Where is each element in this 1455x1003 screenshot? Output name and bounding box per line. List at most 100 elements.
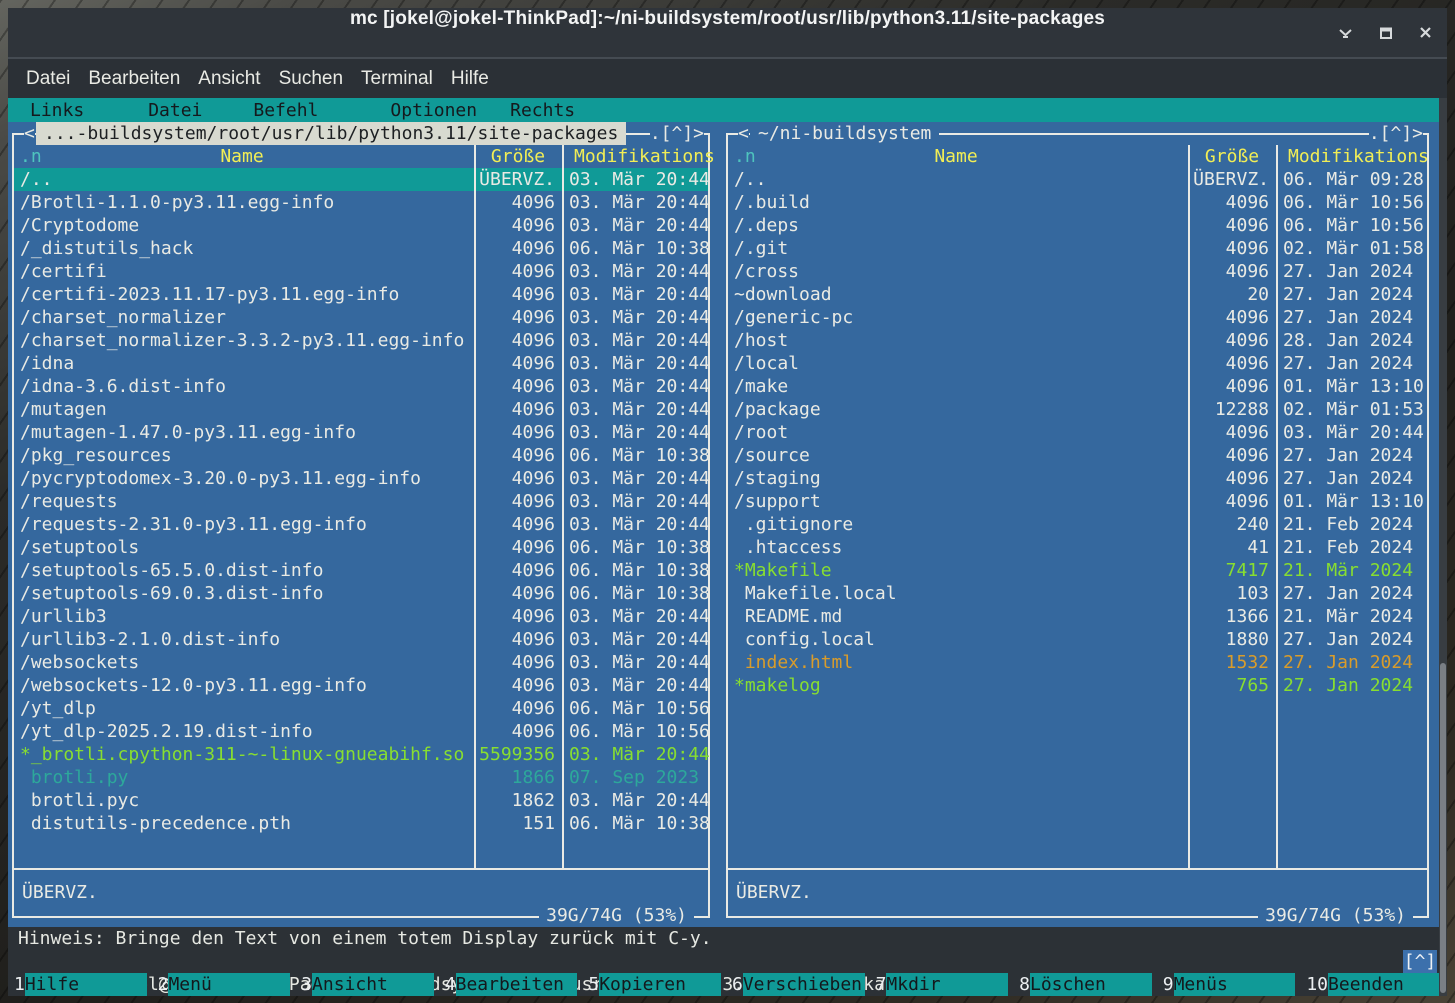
fn-key-9[interactable]: 9Menüs <box>1157 973 1301 996</box>
file-row[interactable]: /mutagen-1.47.0-py3.11.egg-info409603. M… <box>14 421 708 444</box>
file-row[interactable]: /make409601. Mär 13:10 <box>728 375 1422 398</box>
file-row[interactable]: ~download2027. Jan 2024 <box>728 283 1422 306</box>
menu-item-suchen[interactable]: Suchen <box>279 68 343 90</box>
file-row[interactable]: Makefile.local10327. Jan 2024 <box>728 582 1422 605</box>
file-row[interactable]: /..ÜBERVZ.06. Mär 09:28 <box>728 168 1422 191</box>
mc-menu-item-befehl[interactable]: Befehl <box>253 99 318 122</box>
mc-menu-item-optionen[interactable]: Optionen <box>390 99 477 122</box>
file-row[interactable]: /local409627. Jan 2024 <box>728 352 1422 375</box>
file-row[interactable]: /charset_normalizer409603. Mär 20:44 <box>14 306 708 329</box>
panel-back-button[interactable]: < <box>24 122 35 145</box>
file-row[interactable]: /.build409606. Mär 10:56 <box>728 191 1422 214</box>
file-row[interactable]: /websockets409603. Mär 20:44 <box>14 651 708 674</box>
file-row[interactable]: README.md136621. Mär 2024 <box>728 605 1422 628</box>
file-row[interactable]: /source409627. Jan 2024 <box>728 444 1422 467</box>
terminal-scrollbar[interactable] <box>1439 98 1447 996</box>
window-titlebar[interactable]: mc [jokel@jokel-ThinkPad]:~/ni-buildsyst… <box>8 8 1447 57</box>
file-row[interactable]: index.html153227. Jan 2024 <box>728 651 1422 674</box>
file-row[interactable]: /pkg_resources409606. Mär 10:38 <box>14 444 708 467</box>
file-row[interactable]: /staging409627. Jan 2024 <box>728 467 1422 490</box>
fn-key-5[interactable]: 5Kopieren <box>582 973 726 996</box>
file-row[interactable]: /Cryptodome409603. Mär 20:44 <box>14 214 708 237</box>
left-panel-path[interactable]: ...-buildsystem/root/usr/lib/python3.11/… <box>36 122 626 145</box>
file-row[interactable]: .htaccess4121. Feb 2024 <box>728 536 1422 559</box>
fn-key-number: 3 <box>295 973 312 996</box>
fn-key-8[interactable]: 8Löschen <box>1013 973 1157 996</box>
file-name: /mutagen-1.47.0-py3.11.egg-info <box>14 421 473 444</box>
menu-item-datei[interactable]: Datei <box>26 68 70 90</box>
file-row[interactable]: brotli.py186607. Sep 2023 <box>14 766 708 789</box>
file-size: 4096 <box>473 398 561 421</box>
column-header-mtime[interactable]: Modifikations <box>568 145 715 168</box>
file-row[interactable]: config.local188027. Jan 2024 <box>728 628 1422 651</box>
file-size: 4096 <box>473 605 561 628</box>
file-row[interactable]: *makelog76527. Jan 2024 <box>728 674 1422 697</box>
file-row[interactable]: /setuptools409606. Mär 10:38 <box>14 536 708 559</box>
panel-updir-button[interactable]: .[^]> <box>1369 122 1423 145</box>
mc-menu-item-datei[interactable]: Datei <box>148 99 202 122</box>
panel-updir-button[interactable]: .[^]> <box>650 122 704 145</box>
file-row[interactable]: /setuptools-69.0.3.dist-info409606. Mär … <box>14 582 708 605</box>
file-row[interactable]: /cross409627. Jan 2024 <box>728 260 1422 283</box>
column-header-size[interactable]: Größe <box>1188 145 1276 168</box>
file-row[interactable]: brotli.pyc186203. Mär 20:44 <box>14 789 708 812</box>
fn-key-7[interactable]: 7Mkdir <box>870 973 1014 996</box>
file-row[interactable]: /generic-pc409627. Jan 2024 <box>728 306 1422 329</box>
file-row[interactable]: /urllib3409603. Mär 20:44 <box>14 605 708 628</box>
file-row[interactable]: /root409603. Mär 20:44 <box>728 421 1422 444</box>
file-row[interactable]: /yt_dlp409606. Mär 10:56 <box>14 697 708 720</box>
minimize-icon[interactable] <box>1337 25 1354 41</box>
scrollbar-thumb[interactable] <box>1440 663 1446 993</box>
file-row[interactable]: /requests409603. Mär 20:44 <box>14 490 708 513</box>
file-row[interactable]: /idna409603. Mär 20:44 <box>14 352 708 375</box>
file-row[interactable]: /support409601. Mär 13:10 <box>728 490 1422 513</box>
fn-key-6[interactable]: 6Verschieben <box>726 973 870 996</box>
file-mtime: 03. Mär 20:44 <box>561 168 708 191</box>
file-row[interactable]: .gitignore24021. Feb 2024 <box>728 513 1422 536</box>
file-row[interactable]: /charset_normalizer-3.3.2-py3.11.egg-inf… <box>14 329 708 352</box>
file-row[interactable]: distutils-precedence.pth15106. Mär 10:38 <box>14 812 708 835</box>
menu-item-hilfe[interactable]: Hilfe <box>451 68 489 90</box>
file-row[interactable]: /.deps409606. Mär 10:56 <box>728 214 1422 237</box>
panel-back-button[interactable]: < <box>738 122 749 145</box>
file-row[interactable]: /mutagen409603. Mär 20:44 <box>14 398 708 421</box>
file-row[interactable]: /package1228802. Mär 01:53 <box>728 398 1422 421</box>
maximize-icon[interactable] <box>1378 25 1394 41</box>
fn-key-4[interactable]: 4Bearbeiten <box>439 973 583 996</box>
file-row[interactable]: /requests-2.31.0-py3.11.egg-info409603. … <box>14 513 708 536</box>
file-row[interactable]: /.git409602. Mär 01:58 <box>728 237 1422 260</box>
file-row[interactable]: /yt_dlp-2025.2.19.dist-info409606. Mär 1… <box>14 720 708 743</box>
window-title: mc [jokel@jokel-ThinkPad]:~/ni-buildsyst… <box>8 8 1447 57</box>
file-row[interactable]: /_distutils_hack409606. Mär 10:38 <box>14 237 708 260</box>
file-row[interactable]: /pycryptodomex-3.20.0-py3.11.egg-info409… <box>14 467 708 490</box>
column-header-name[interactable]: Name <box>724 145 1188 168</box>
fn-key-3[interactable]: 3Ansicht <box>295 973 439 996</box>
right-panel-path[interactable]: ~/ni-buildsystem <box>750 122 939 145</box>
fn-key-1[interactable]: 1Hilfe <box>8 973 152 996</box>
close-icon[interactable] <box>1418 25 1433 40</box>
column-header-name[interactable]: Name <box>10 145 474 168</box>
fn-key-2[interactable]: 2Menü <box>152 973 296 996</box>
file-row[interactable]: /urllib3-2.1.0.dist-info409603. Mär 20:4… <box>14 628 708 651</box>
file-row[interactable]: *Makefile741721. Mär 2024 <box>728 559 1422 582</box>
column-header-mtime[interactable]: Modifikations <box>1282 145 1429 168</box>
menu-item-terminal[interactable]: Terminal <box>361 68 433 90</box>
file-row[interactable]: /certifi409603. Mär 20:44 <box>14 260 708 283</box>
mc-menu-item-links[interactable]: Links <box>30 99 84 122</box>
file-row[interactable]: /setuptools-65.5.0.dist-info409606. Mär … <box>14 559 708 582</box>
file-row[interactable]: /..ÜBERVZ.03. Mär 20:44 <box>14 168 708 191</box>
file-row[interactable]: /websockets-12.0-py3.11.egg-info409603. … <box>14 674 708 697</box>
command-line[interactable]: jokel@jokel-ThinkPad:~/ni-buildsystem/ro… <box>8 950 1439 973</box>
file-row[interactable]: /idna-3.6.dist-info409603. Mär 20:44 <box>14 375 708 398</box>
fn-key-10[interactable]: 10Beenden <box>1300 973 1439 996</box>
menu-item-bearbeiten[interactable]: Bearbeiten <box>88 68 180 90</box>
file-row[interactable]: /host409628. Jan 2024 <box>728 329 1422 352</box>
mc-menu-item-rechts[interactable]: Rechts <box>510 99 575 122</box>
file-row[interactable]: /Brotli-1.1.0-py3.11.egg-info409603. Mär… <box>14 191 708 214</box>
file-row[interactable]: *_brotli.cpython-311-~-linux-gnueabihf.s… <box>14 743 708 766</box>
file-row[interactable]: /certifi-2023.11.17-py3.11.egg-info40960… <box>14 283 708 306</box>
column-header-size[interactable]: Größe <box>474 145 562 168</box>
menu-item-ansicht[interactable]: Ansicht <box>198 68 260 90</box>
file-size: 4096 <box>1187 191 1275 214</box>
show-panels-badge[interactable]: [^] <box>1403 950 1437 973</box>
